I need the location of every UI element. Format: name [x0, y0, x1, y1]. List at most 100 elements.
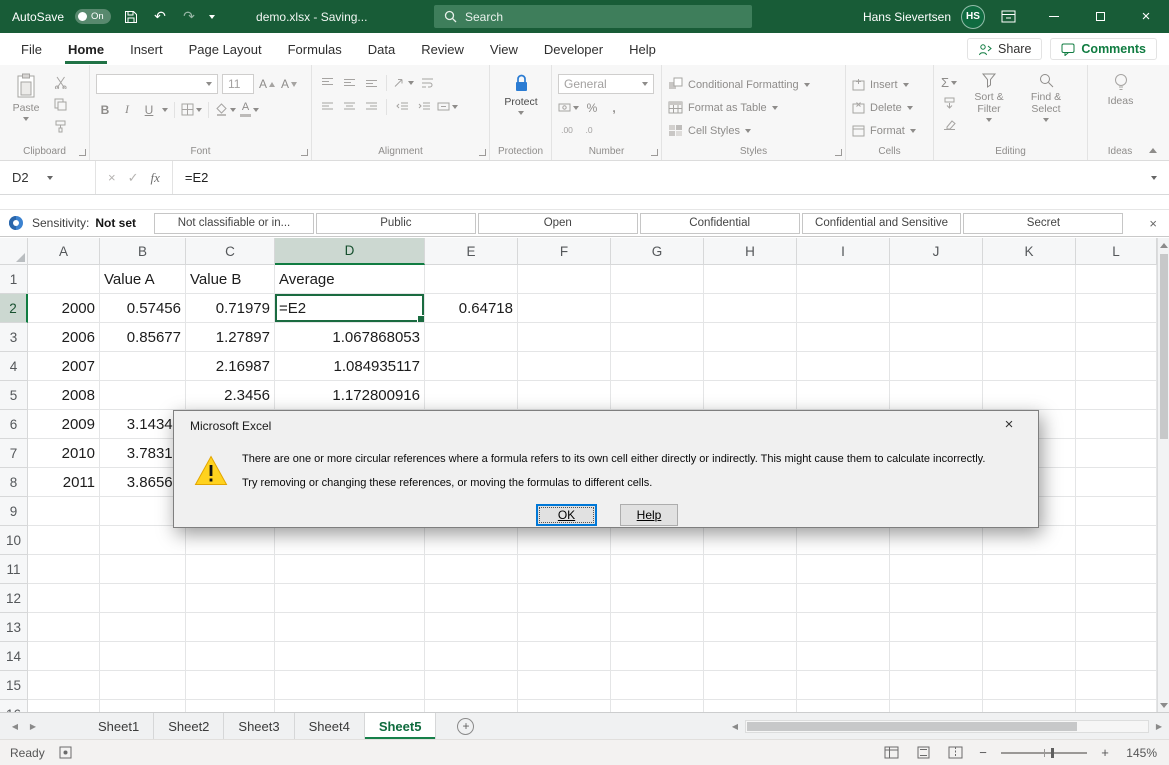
scroll-right-icon[interactable]: ▶ — [1151, 722, 1167, 731]
cell-E3[interactable] — [425, 323, 518, 352]
cell-I14[interactable] — [797, 642, 890, 671]
normal-view-icon[interactable] — [881, 746, 901, 759]
macro-record-icon[interactable] — [59, 746, 72, 759]
cell-J16[interactable] — [890, 700, 983, 712]
cell-L11[interactable] — [1076, 555, 1157, 584]
scroll-left-icon[interactable]: ◀ — [727, 722, 743, 731]
cell-F16[interactable] — [518, 700, 611, 712]
cell-H4[interactable] — [704, 352, 797, 381]
avatar[interactable]: HS — [961, 5, 985, 29]
cell-L1[interactable] — [1076, 265, 1157, 294]
cell-L6[interactable] — [1076, 410, 1157, 439]
enter-icon[interactable]: ✓ — [128, 170, 139, 186]
row-header-3[interactable]: 3 — [0, 323, 28, 352]
tab-file[interactable]: File — [8, 33, 55, 65]
cut-button[interactable] — [51, 74, 69, 91]
cell-B1[interactable]: Value A — [100, 265, 186, 294]
row-header-4[interactable]: 4 — [0, 352, 28, 381]
cell-L3[interactable] — [1076, 323, 1157, 352]
scroll-down-icon[interactable] — [1158, 698, 1169, 712]
row-header-5[interactable]: 5 — [0, 381, 28, 410]
clear-button[interactable] — [940, 116, 958, 133]
cell-G1[interactable] — [611, 265, 704, 294]
user-name[interactable]: Hans Sievertsen — [863, 10, 951, 24]
cell-B4[interactable] — [100, 352, 186, 381]
cell-F2[interactable] — [518, 294, 611, 323]
decrease-decimal-icon[interactable]: .0 — [580, 121, 598, 138]
sheet-tab-sheet4[interactable]: Sheet4 — [295, 713, 365, 739]
cell-H3[interactable] — [704, 323, 797, 352]
cell-B2[interactable]: 0.57456 — [100, 294, 186, 323]
sheet-nav-right-icon[interactable]: ▶ — [24, 713, 42, 739]
cell-J12[interactable] — [890, 584, 983, 613]
cell-K11[interactable] — [983, 555, 1076, 584]
cell-L5[interactable] — [1076, 381, 1157, 410]
tab-home[interactable]: Home — [55, 33, 117, 65]
cell-K2[interactable] — [983, 294, 1076, 323]
sensitivity-option-public[interactable]: Public — [316, 213, 476, 234]
zoom-out-icon[interactable]: − — [977, 745, 989, 760]
cell-L16[interactable] — [1076, 700, 1157, 712]
cell-H15[interactable] — [704, 671, 797, 700]
cell-K16[interactable] — [983, 700, 1076, 712]
cell-I12[interactable] — [797, 584, 890, 613]
cell-G14[interactable] — [611, 642, 704, 671]
cell-I13[interactable] — [797, 613, 890, 642]
cell-L4[interactable] — [1076, 352, 1157, 381]
increase-font-size-icon[interactable]: A — [258, 76, 276, 93]
cell-F4[interactable] — [518, 352, 611, 381]
cell-F3[interactable] — [518, 323, 611, 352]
italic-button[interactable]: I — [118, 101, 136, 118]
cell-C16[interactable] — [186, 700, 275, 712]
column-header-K[interactable]: K — [983, 238, 1076, 265]
cell-C14[interactable] — [186, 642, 275, 671]
scroll-up-icon[interactable] — [1158, 238, 1169, 252]
comma-style-icon[interactable]: , — [605, 99, 623, 116]
column-header-L[interactable]: L — [1076, 238, 1157, 265]
formula-bar-expand-chevron-icon[interactable] — [1151, 161, 1169, 194]
align-bottom-icon[interactable] — [362, 74, 380, 91]
cell-A3[interactable]: 2006 — [28, 323, 100, 352]
search-box[interactable]: Search — [434, 5, 752, 28]
column-header-J[interactable]: J — [890, 238, 983, 265]
increase-decimal-icon[interactable]: .00 — [558, 121, 576, 138]
cell-G11[interactable] — [611, 555, 704, 584]
cell-C15[interactable] — [186, 671, 275, 700]
align-center-icon[interactable] — [340, 98, 358, 115]
cell-K3[interactable] — [983, 323, 1076, 352]
row-header-6[interactable]: 6 — [0, 410, 28, 439]
cell-D1[interactable]: Average — [275, 265, 425, 294]
cell-B11[interactable] — [100, 555, 186, 584]
dialog-close-button[interactable]: × — [994, 416, 1024, 433]
sensitivity-option-not-classifiable[interactable]: Not classifiable or in... — [154, 213, 314, 234]
save-icon[interactable] — [122, 9, 140, 25]
number-dialog-launcher-icon[interactable] — [651, 149, 658, 156]
cell-L12[interactable] — [1076, 584, 1157, 613]
cell-G12[interactable] — [611, 584, 704, 613]
format-as-table-button[interactable]: Format as Table — [668, 97, 840, 118]
cell-J13[interactable] — [890, 613, 983, 642]
align-left-icon[interactable] — [318, 98, 336, 115]
percent-style-icon[interactable]: % — [583, 99, 601, 116]
cell-H1[interactable] — [704, 265, 797, 294]
cell-C10[interactable] — [186, 526, 275, 555]
cell-I3[interactable] — [797, 323, 890, 352]
cell-I4[interactable] — [797, 352, 890, 381]
copy-button[interactable] — [51, 96, 69, 113]
cell-I10[interactable] — [797, 526, 890, 555]
cell-A12[interactable] — [28, 584, 100, 613]
cell-E2[interactable]: 0.64718 — [425, 294, 518, 323]
new-sheet-button[interactable]: + — [452, 713, 479, 739]
cell-H5[interactable] — [704, 381, 797, 410]
cell-D2[interactable]: =E2 — [275, 294, 425, 323]
cell-K5[interactable] — [983, 381, 1076, 410]
cell-C1[interactable]: Value B — [186, 265, 275, 294]
cell-H11[interactable] — [704, 555, 797, 584]
undo-icon[interactable]: ↶ — [151, 9, 169, 25]
row-header-13[interactable]: 13 — [0, 613, 28, 642]
cell-J3[interactable] — [890, 323, 983, 352]
cell-K10[interactable] — [983, 526, 1076, 555]
insert-function-icon[interactable]: fx — [151, 170, 160, 186]
cell-C3[interactable]: 1.27897 — [186, 323, 275, 352]
tab-help[interactable]: Help — [616, 33, 669, 65]
